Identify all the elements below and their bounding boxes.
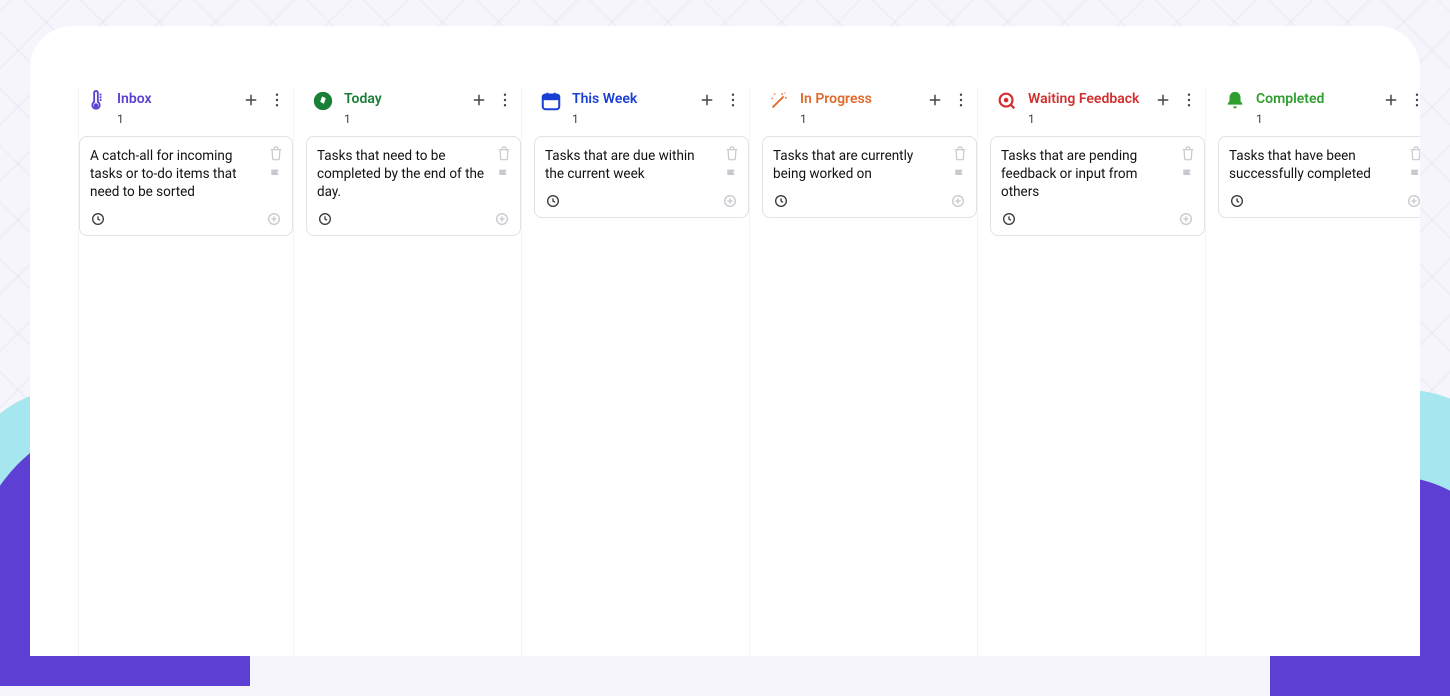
column-completed: Completed 1 Tasks that have been success… <box>1218 86 1420 656</box>
column-header: Waiting Feedback 1 <box>990 86 1205 136</box>
column-header: Inbox 1 <box>79 86 293 136</box>
column-menu-button[interactable] <box>1179 90 1199 110</box>
plus-circle-icon[interactable] <box>722 193 738 209</box>
bell-icon <box>1224 90 1246 112</box>
column-title[interactable]: Completed <box>1256 90 1381 108</box>
clock-icon[interactable] <box>90 211 106 227</box>
trash-icon[interactable] <box>952 145 968 161</box>
plus-circle-icon[interactable] <box>266 211 282 227</box>
card-text: Tasks that are currently being worked on <box>773 147 966 183</box>
trash-icon[interactable] <box>496 145 512 161</box>
column-count: 1 <box>800 112 925 126</box>
flag-icon[interactable] <box>1408 167 1420 183</box>
column-title[interactable]: In Progress <box>800 90 925 108</box>
task-card[interactable]: Tasks that are pending feedback or input… <box>990 136 1205 236</box>
column-menu-button[interactable] <box>1407 90 1420 110</box>
plus-circle-icon[interactable] <box>1178 211 1194 227</box>
plus-circle-icon[interactable] <box>950 193 966 209</box>
column-count: 1 <box>1256 112 1381 126</box>
task-card[interactable]: Tasks that are currently being worked on <box>762 136 977 218</box>
column-count: 1 <box>1028 112 1153 126</box>
flag-icon[interactable] <box>724 167 740 183</box>
flag-icon[interactable] <box>952 167 968 183</box>
column-this-week: This Week 1 Tasks that are due within th… <box>534 86 750 656</box>
column-count: 1 <box>572 112 697 126</box>
flag-icon[interactable] <box>496 167 512 183</box>
column-title[interactable]: Inbox <box>117 90 241 108</box>
column-title[interactable]: Today <box>344 90 469 108</box>
clock-icon[interactable] <box>1229 193 1245 209</box>
add-card-button[interactable] <box>1153 90 1173 110</box>
column-in-progress: In Progress 1 Tasks that are currently b… <box>762 86 978 656</box>
trash-icon[interactable] <box>268 145 284 161</box>
clock-icon[interactable] <box>317 211 333 227</box>
column-count: 1 <box>117 112 241 126</box>
column-menu-button[interactable] <box>495 90 515 110</box>
add-card-button[interactable] <box>241 90 261 110</box>
compass-icon <box>312 90 334 112</box>
column-title[interactable]: This Week <box>572 90 697 108</box>
card-text: Tasks that are pending feedback or input… <box>1001 147 1194 201</box>
column-menu-button[interactable] <box>723 90 743 110</box>
wand-icon <box>768 90 790 112</box>
kanban-board: Inbox 1 A catch-all for incoming tasks o… <box>30 26 1420 656</box>
column-header: Completed 1 <box>1218 86 1420 136</box>
plus-circle-icon[interactable] <box>494 211 510 227</box>
flag-icon[interactable] <box>268 167 284 183</box>
task-card[interactable]: Tasks that have been successfully comple… <box>1218 136 1420 218</box>
search-target-icon <box>996 90 1018 112</box>
clock-icon[interactable] <box>545 193 561 209</box>
column-today: Today 1 Tasks that need to be completed … <box>306 86 522 656</box>
flag-icon[interactable] <box>1180 167 1196 183</box>
add-card-button[interactable] <box>697 90 717 110</box>
column-header: Today 1 <box>306 86 521 136</box>
calendar-icon <box>540 90 562 112</box>
column-inbox: Inbox 1 A catch-all for incoming tasks o… <box>78 86 294 656</box>
trash-icon[interactable] <box>1180 145 1196 161</box>
task-card[interactable]: A catch-all for incoming tasks or to-do … <box>79 136 293 236</box>
column-menu-button[interactable] <box>267 90 287 110</box>
task-card[interactable]: Tasks that need to be completed by the e… <box>306 136 521 236</box>
trash-icon[interactable] <box>1408 145 1420 161</box>
card-text: Tasks that have been successfully comple… <box>1229 147 1420 183</box>
card-text: Tasks that need to be completed by the e… <box>317 147 510 201</box>
clock-icon[interactable] <box>1001 211 1017 227</box>
card-text: A catch-all for incoming tasks or to-do … <box>90 147 282 201</box>
column-count: 1 <box>344 112 469 126</box>
column-header: In Progress 1 <box>762 86 977 136</box>
column-header: This Week 1 <box>534 86 749 136</box>
add-card-button[interactable] <box>469 90 489 110</box>
card-text: Tasks that are due within the current we… <box>545 147 738 183</box>
thermometer-icon <box>85 90 107 112</box>
column-menu-button[interactable] <box>951 90 971 110</box>
add-card-button[interactable] <box>925 90 945 110</box>
column-title[interactable]: Waiting Feedback <box>1028 90 1153 108</box>
task-card[interactable]: Tasks that are due within the current we… <box>534 136 749 218</box>
column-waiting-feedback: Waiting Feedback 1 Tasks that are pendin… <box>990 86 1206 656</box>
trash-icon[interactable] <box>724 145 740 161</box>
clock-icon[interactable] <box>773 193 789 209</box>
plus-circle-icon[interactable] <box>1406 193 1420 209</box>
add-card-button[interactable] <box>1381 90 1401 110</box>
